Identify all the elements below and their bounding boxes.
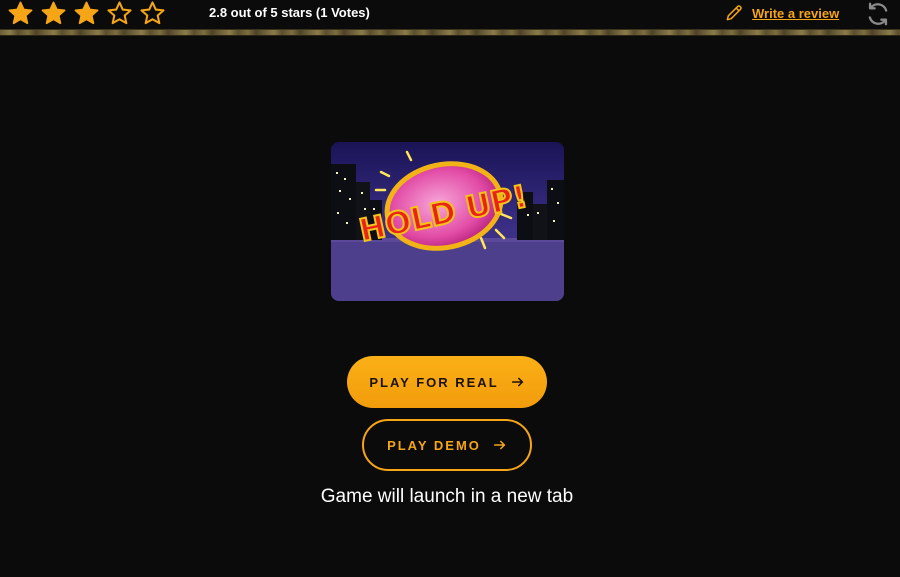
star-filled-icon[interactable] xyxy=(72,0,101,27)
star-rating[interactable] xyxy=(6,0,167,27)
refresh-icon[interactable] xyxy=(864,0,892,28)
launch-note: Game will launch in a new tab xyxy=(320,486,574,507)
write-review-link[interactable]: Write a review xyxy=(724,3,839,23)
write-review-label[interactable]: Write a review xyxy=(752,6,839,21)
star-filled-icon[interactable] xyxy=(39,0,68,27)
star-outline-icon[interactable] xyxy=(105,0,134,27)
rating-summary: 2.8 out of 5 stars (1 Votes) xyxy=(209,5,370,20)
arrow-right-icon xyxy=(511,377,523,387)
star-filled-icon[interactable] xyxy=(6,0,35,27)
pencil-icon xyxy=(726,5,742,21)
play-demo-label: PLAY DEMO xyxy=(387,437,481,453)
rating-bar: 2.8 out of 5 stars (1 Votes) Write a rev… xyxy=(0,0,900,31)
rope-divider xyxy=(0,29,900,36)
play-demo-button[interactable]: PLAY DEMO xyxy=(362,419,532,471)
game-thumbnail[interactable]: HOLD UP! xyxy=(331,142,564,301)
arrow-right-icon xyxy=(493,440,506,450)
play-for-real-button[interactable]: PLAY FOR REAL xyxy=(347,356,547,408)
play-for-real-label: PLAY FOR REAL xyxy=(369,374,499,390)
star-outline-icon[interactable] xyxy=(138,0,167,27)
